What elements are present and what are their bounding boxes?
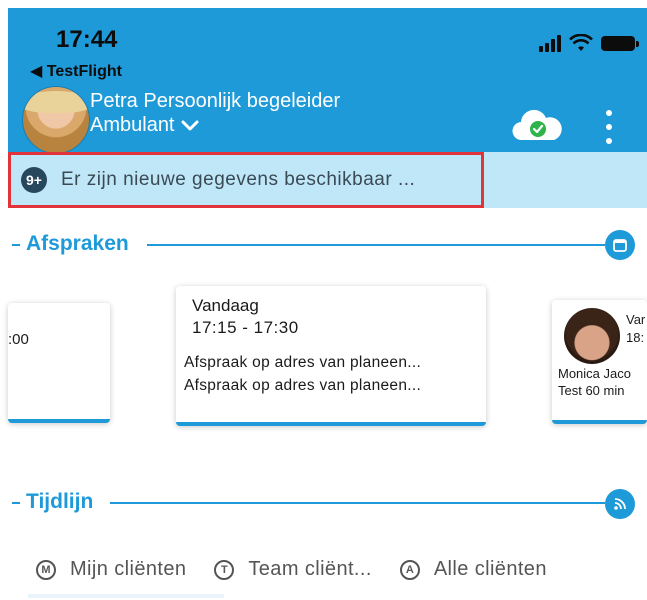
appointment-day: Vandaag	[192, 296, 259, 315]
tab-label: Alle cliënten	[433, 558, 547, 580]
team-clients-icon: T	[214, 559, 235, 580]
tab-label: Mijn cliënten	[70, 558, 187, 580]
client-name: Monica Jaco	[558, 366, 631, 381]
tab-team-clients[interactable]: T Team cliënt...	[214, 558, 371, 581]
appointment-time: 18:	[626, 330, 645, 345]
role-label: Ambulant	[90, 114, 175, 136]
timeline-filter-tabs: M Mijn cliënten T Team cliënt... A Alle …	[36, 558, 575, 581]
wifi-icon	[569, 34, 593, 51]
more-vertical-icon[interactable]	[603, 110, 615, 144]
appointment-day: Var	[626, 312, 646, 327]
appointment-time: :00	[8, 331, 29, 348]
rss-icon[interactable]	[605, 489, 635, 519]
back-to-app-link[interactable]: ◀ TestFlight	[30, 61, 122, 81]
client-avatar	[564, 308, 620, 364]
user-name: Petra Persoonlijk begeleider	[90, 90, 341, 112]
status-icons	[539, 34, 639, 52]
notice-text: Er zijn nieuwe gegevens beschikbaar ...	[61, 169, 416, 190]
signal-icon	[539, 34, 561, 52]
new-data-notice[interactable]: 9+ Er zijn nieuwe gegevens beschikbaar .…	[8, 152, 484, 208]
battery-icon	[601, 35, 639, 51]
notification-count-badge: 9+	[21, 167, 47, 193]
appointment-card-today[interactable]: Vandaag 17:15 - 17:30 Afspraak op adres …	[176, 286, 486, 426]
appointments-section-header: Afspraken	[12, 230, 647, 260]
chevron-down-icon	[181, 120, 198, 130]
timeline-title: Tijdlijn	[26, 490, 100, 514]
tab-all-clients[interactable]: A Alle cliënten	[399, 558, 547, 581]
status-time: 17:44	[56, 26, 118, 53]
tab-label: Team cliënt...	[248, 558, 372, 580]
all-clients-icon: A	[399, 559, 420, 580]
tab-my-clients[interactable]: M Mijn cliënten	[36, 558, 186, 581]
appointment-card-next[interactable]: Var 18: Monica Jaco Test 60 min	[552, 300, 647, 424]
app-header: 17:44 ◀ TestFlight Petra Persoonlijk beg…	[8, 8, 647, 154]
active-tab-indicator	[28, 594, 224, 598]
appointment-description: Afspraak op adres van planeen...	[184, 377, 422, 394]
calendar-icon[interactable]	[605, 230, 635, 260]
avatar[interactable]	[22, 86, 90, 154]
my-clients-icon: M	[36, 559, 56, 580]
cloud-sync-icon[interactable]	[510, 108, 564, 144]
timeline-section-header: Tijdlijn	[12, 488, 647, 519]
appointment-description: Afspraak op adres van planeen...	[184, 354, 422, 371]
appointment-card-previous[interactable]: :00	[8, 303, 110, 423]
role-selector[interactable]: Ambulant	[90, 114, 199, 137]
appointment-time: 17:15 - 17:30	[192, 318, 299, 337]
back-app-label: TestFlight	[46, 63, 122, 80]
appointment-type: Test 60 min	[558, 383, 625, 398]
appointments-title: Afspraken	[26, 232, 135, 256]
